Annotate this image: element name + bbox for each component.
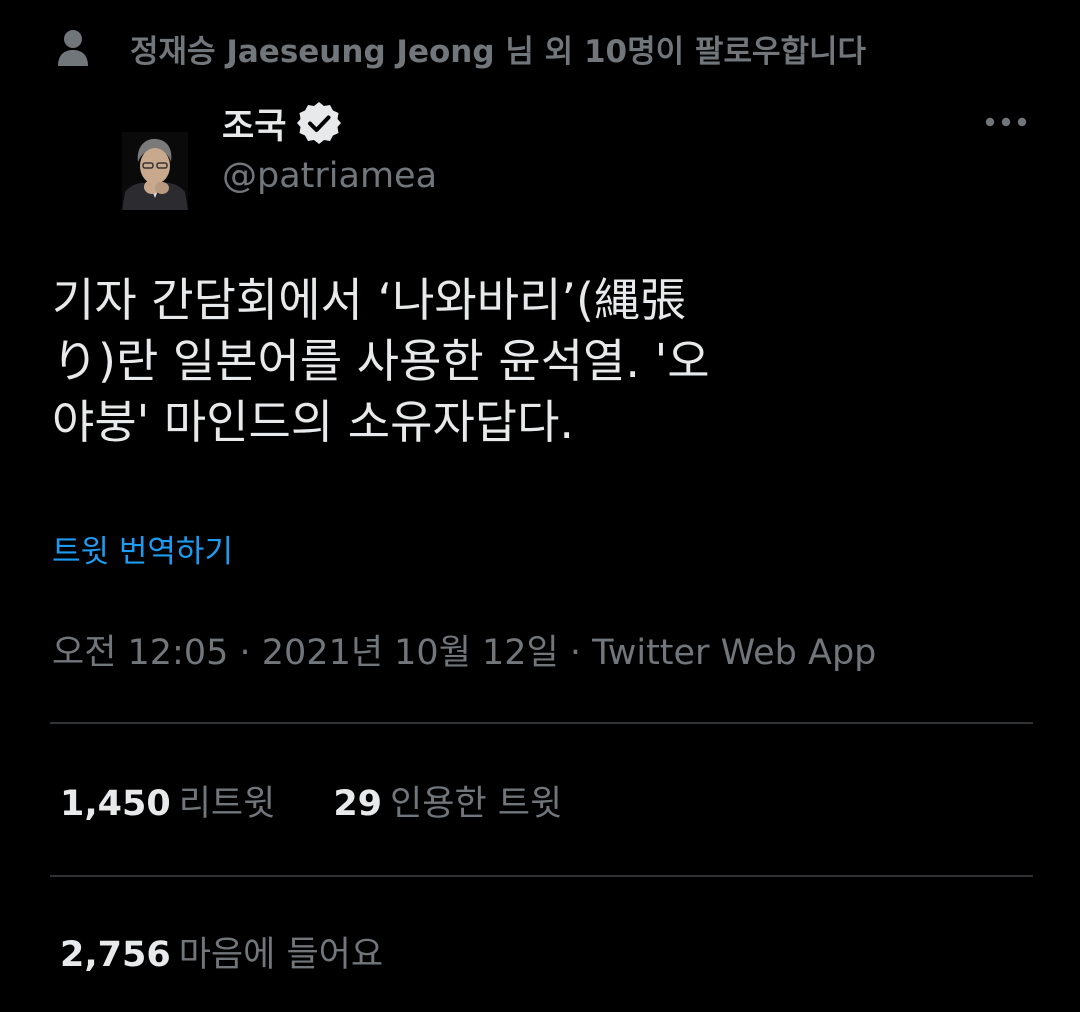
likes-count: 2,756 <box>60 935 171 975</box>
retweets-label: 리트윗 <box>178 784 276 824</box>
divider <box>50 722 1033 724</box>
quote-tweets-label: 인용한 트윗 <box>390 784 563 824</box>
likes-stats: 2,756 마음에 들어요 <box>60 926 383 977</box>
translate-tweet-link[interactable]: 트윗 번역하기 <box>52 526 233 571</box>
tweet-text: 기자 간담회에서 ‘나와바리’(縄張 り)란 일본어를 사용한 윤석열. '오 … <box>52 270 1012 453</box>
more-options-button[interactable] <box>980 104 1032 140</box>
tweet-text-line: 기자 간담회에서 ‘나와바리’(縄張 <box>52 273 686 327</box>
retweets-stat[interactable]: 1,450 리트윗 <box>60 775 275 826</box>
quote-tweets-stat[interactable]: 29 인용한 트윗 <box>333 775 562 826</box>
person-icon <box>56 28 90 68</box>
author-name[interactable]: 조국 <box>222 98 286 149</box>
likes-stat[interactable]: 2,756 마음에 들어요 <box>60 926 383 977</box>
social-context[interactable]: 정재승 Jaeseung Jeong 님 외 10명이 팔로우합니다 <box>56 22 866 74</box>
social-context-text: 정재승 Jaeseung Jeong 님 외 10명이 팔로우합니다 <box>130 33 867 70</box>
retweets-count: 1,450 <box>60 784 171 824</box>
tweet-text-line: 야붕' 마인드의 소유자답다. <box>52 395 575 449</box>
more-icon <box>984 113 1028 132</box>
likes-label: 마음에 들어요 <box>178 935 384 975</box>
avatar[interactable] <box>122 132 188 210</box>
quote-tweets-count: 29 <box>333 784 383 824</box>
author-handle[interactable]: @patriamea <box>222 156 437 196</box>
engagement-stats: 1,450 리트윗 29 인용한 트윗 <box>60 775 562 826</box>
divider <box>50 875 1033 877</box>
author-name-row[interactable]: 조국 <box>222 96 342 150</box>
tweet-timestamp[interactable]: 오전 12:05 · 2021년 10월 12일 · Twitter Web A… <box>52 624 876 675</box>
verified-badge-icon <box>296 100 342 146</box>
tweet-text-line: り)란 일본어를 사용한 윤석열. '오 <box>52 334 710 388</box>
